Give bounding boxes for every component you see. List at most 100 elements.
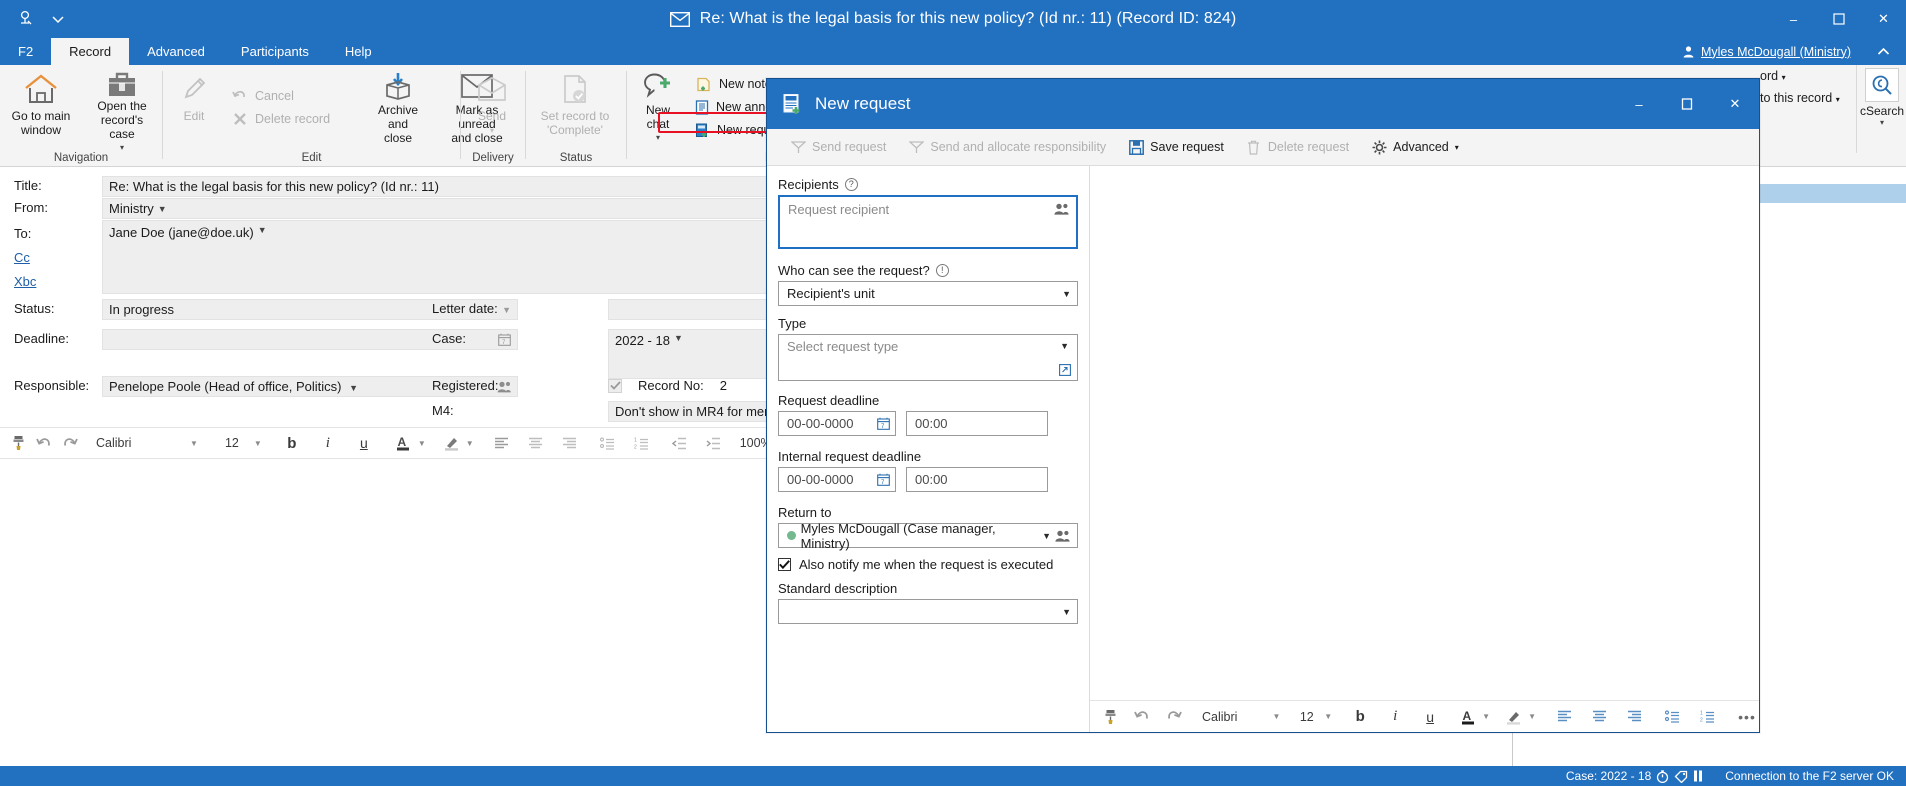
dialog-minimize-button[interactable]: – <box>1615 79 1663 129</box>
visibility-chevron-down-icon[interactable]: ▼ <box>1062 289 1071 299</box>
align-center-icon[interactable] <box>524 431 548 455</box>
highlight-color-icon[interactable] <box>440 431 464 455</box>
save-request-button[interactable]: Save request <box>1117 133 1235 161</box>
tab-help[interactable]: Help <box>327 38 390 65</box>
italic-icon[interactable]: i <box>316 431 340 455</box>
numbered-list-icon[interactable]: 12 <box>630 431 654 455</box>
font-family-select[interactable]: Calibri <box>92 432 188 454</box>
archive-and-close-button[interactable]: Archiveand close <box>365 65 431 145</box>
pause-icon[interactable] <box>1693 770 1703 782</box>
font-size-select[interactable]: 12 <box>218 432 246 454</box>
internal-request-deadline-time-input[interactable]: 00:00 <box>906 467 1048 492</box>
increase-indent-icon[interactable] <box>702 431 726 455</box>
open-records-case-button[interactable]: Open therecord's case ▾ <box>82 65 162 145</box>
tab-record[interactable]: Record <box>51 38 129 65</box>
edit-button[interactable]: Edit <box>163 65 225 145</box>
calendar-icon[interactable]: 7 <box>877 473 890 486</box>
tab-participants[interactable]: Participants <box>223 38 327 65</box>
tag-icon[interactable] <box>1674 770 1688 783</box>
go-to-main-window-button[interactable]: Go to mainwindow <box>0 65 82 145</box>
people-picker-icon[interactable] <box>497 381 511 393</box>
tab-advanced[interactable]: Advanced <box>129 38 223 65</box>
field-cc-link[interactable]: Cc <box>14 250 30 265</box>
field-responsible-chevron-down-icon[interactable]: ▼ <box>349 383 358 393</box>
redo-icon[interactable] <box>58 431 82 455</box>
dialog-description-pane[interactable] <box>1090 166 1759 732</box>
send-button[interactable]: Send ▾ <box>461 65 523 145</box>
internal-request-deadline-date-input[interactable]: 00-00-0000 7 <box>778 467 896 492</box>
font-size-chevron-down-icon[interactable]: ▼ <box>254 439 262 448</box>
field-xbc-link[interactable]: Xbc <box>14 274 36 289</box>
return-to-select[interactable]: Myles McDougall (Case manager, Ministry)… <box>778 523 1078 548</box>
clipped-item-1-chevron-down-icon[interactable]: ▾ <box>1782 73 1786 82</box>
quick-access-chevron-down-icon[interactable] <box>48 9 68 29</box>
csearch-button[interactable]: cSearch ▾ <box>1860 68 1904 127</box>
info-icon[interactable]: ! <box>936 264 949 277</box>
collapse-ribbon-button[interactable] <box>1877 38 1890 65</box>
highlight-color-icon[interactable] <box>1502 705 1526 729</box>
underline-icon[interactable]: u <box>1418 705 1442 729</box>
set-record-to-complete-button[interactable]: Set record to'Complete' <box>526 65 624 145</box>
font-color-chevron-down-icon[interactable]: ▼ <box>1482 712 1490 721</box>
field-status-chevron-down-icon[interactable]: ▼ <box>502 305 511 315</box>
close-button[interactable]: ✕ <box>1861 0 1906 38</box>
font-color-icon[interactable]: A <box>1456 705 1480 729</box>
calendar-icon[interactable]: 7 <box>877 417 890 430</box>
recipients-input[interactable]: Request recipient <box>778 195 1078 249</box>
minimize-button[interactable]: – <box>1771 0 1816 38</box>
font-family-chevron-down-icon[interactable]: ▼ <box>190 439 198 448</box>
field-from-chevron-down-icon[interactable]: ▼ <box>158 204 167 214</box>
align-right-icon[interactable] <box>1622 705 1646 729</box>
italic-icon[interactable]: i <box>1383 705 1407 729</box>
field-to-chevron-down-icon[interactable]: ▼ <box>258 225 267 235</box>
undo-icon[interactable] <box>1130 705 1154 729</box>
advanced-chevron-down-icon[interactable]: ▾ <box>1455 143 1459 152</box>
undo-icon[interactable] <box>32 431 56 455</box>
f2-app-icon[interactable] <box>16 9 36 29</box>
clipped-item-1[interactable]: ord ▾ <box>1760 69 1786 83</box>
calendar-icon[interactable]: 7 <box>498 333 511 346</box>
field-case-chevron-down-icon[interactable]: ▼ <box>674 333 683 343</box>
dialog-maximize-button[interactable] <box>1663 79 1711 129</box>
font-family-select[interactable]: Calibri <box>1198 706 1270 728</box>
decrease-indent-icon[interactable] <box>668 431 692 455</box>
align-left-icon[interactable] <box>1552 705 1576 729</box>
font-size-select[interactable]: 12 <box>1296 706 1317 728</box>
bold-icon[interactable]: b <box>280 431 304 455</box>
redo-icon[interactable] <box>1162 705 1186 729</box>
notify-checkbox[interactable] <box>778 558 791 571</box>
type-chevron-down-icon[interactable]: ▼ <box>1060 341 1069 351</box>
font-color-chevron-down-icon[interactable]: ▼ <box>418 439 426 448</box>
bullet-list-icon[interactable] <box>596 431 620 455</box>
send-chevron-down-icon[interactable]: ▾ <box>490 124 494 138</box>
type-expand-icon[interactable] <box>1059 364 1071 376</box>
format-painter-icon[interactable] <box>1098 705 1122 729</box>
return-to-chevron-down-icon[interactable]: ▼ <box>1042 531 1051 541</box>
standard-description-select[interactable]: ▼ <box>778 599 1078 624</box>
clipped-item-2-chevron-down-icon[interactable]: ▾ <box>1836 95 1840 104</box>
type-select[interactable]: Select request type ▼ <box>778 334 1078 381</box>
help-icon[interactable]: ? <box>845 178 858 191</box>
numbered-list-icon[interactable]: 12 <box>1695 705 1719 729</box>
font-family-chevron-down-icon[interactable]: ▼ <box>1272 712 1280 721</box>
cancel-button[interactable]: Cancel <box>225 84 365 107</box>
highlight-color-chevron-down-icon[interactable]: ▼ <box>1528 712 1536 721</box>
delete-request-button[interactable]: Delete request <box>1235 133 1360 161</box>
people-picker-icon[interactable] <box>1054 203 1069 215</box>
underline-icon[interactable]: u <box>352 431 376 455</box>
csearch-chevron-down-icon[interactable]: ▾ <box>1880 118 1884 127</box>
tab-f2[interactable]: F2 <box>0 38 51 65</box>
align-right-icon[interactable] <box>558 431 582 455</box>
highlight-color-chevron-down-icon[interactable]: ▼ <box>466 439 474 448</box>
font-color-icon[interactable]: A <box>392 431 416 455</box>
new-chat-chevron-down-icon[interactable]: ▾ <box>656 131 660 145</box>
delete-record-button[interactable]: Delete record <box>225 107 365 130</box>
send-request-button[interactable]: Send request <box>779 133 897 161</box>
new-chat-button[interactable]: Newchat ▾ <box>627 65 689 145</box>
font-size-chevron-down-icon[interactable]: ▼ <box>1324 712 1332 721</box>
dialog-close-button[interactable]: ✕ <box>1711 79 1759 129</box>
notify-checkbox-row[interactable]: Also notify me when the request is execu… <box>778 557 1078 572</box>
current-user[interactable]: Myles McDougall (Ministry) <box>1682 38 1851 65</box>
people-picker-icon[interactable] <box>1055 530 1070 542</box>
registered-checkbox[interactable] <box>608 379 622 393</box>
